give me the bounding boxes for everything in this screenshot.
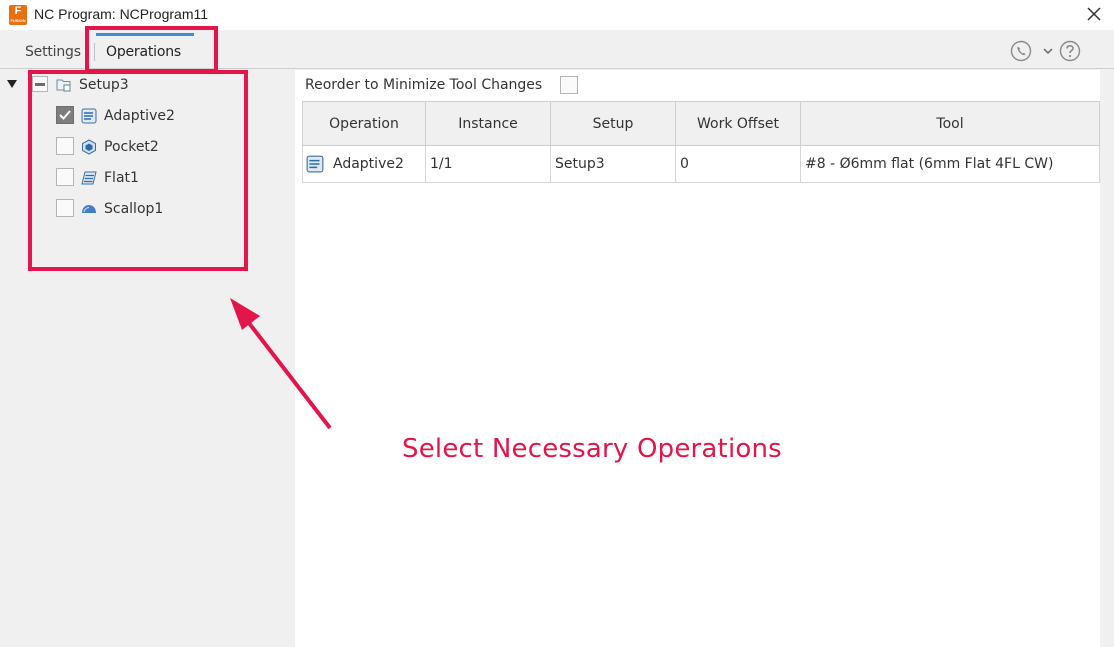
annotation-arrow-icon	[230, 298, 332, 430]
annotation-text: Select Necessary Operations	[402, 434, 782, 464]
help-icon[interactable]	[1059, 40, 1081, 62]
reorder-checkbox[interactable]	[560, 76, 578, 94]
column-header-work-offset[interactable]: Work Offset	[675, 101, 801, 146]
reorder-label: Reorder to Minimize Tool Changes	[305, 77, 543, 93]
column-header-instance[interactable]: Instance	[425, 101, 551, 146]
operations-table-pane: Reorder to Minimize Tool Changes Operati…	[295, 70, 1100, 647]
phone-icon[interactable]	[1010, 40, 1032, 62]
cell-setup: Setup3	[550, 145, 676, 183]
operations-table: Operation Instance Setup Work Offset Too…	[302, 101, 1100, 183]
cell-instance: 1/1	[425, 145, 551, 183]
table-header-row: Operation Instance Setup Work Offset Too…	[302, 101, 1100, 146]
adaptive-icon	[306, 155, 324, 173]
column-header-tool[interactable]: Tool	[800, 101, 1100, 146]
cell-tool: #8 - Ø6mm flat (6mm Flat 4FL CW)	[800, 145, 1100, 183]
cell-work-offset: 0	[675, 145, 801, 183]
cell-operation-text: Adaptive2	[333, 156, 404, 172]
window-title: NC Program: NCProgram11	[34, 6, 209, 22]
close-icon[interactable]	[1083, 3, 1105, 25]
tab-settings[interactable]: Settings	[25, 44, 81, 60]
cell-operation: Adaptive2	[302, 145, 426, 183]
fusion-app-icon: F FUSION	[9, 5, 27, 25]
column-header-operation[interactable]: Operation	[302, 101, 426, 146]
highlight-box-operations-list	[28, 70, 248, 271]
chevron-down-icon[interactable]	[1042, 45, 1054, 57]
table-row[interactable]: Adaptive2 1/1 Setup3 0 #8 - Ø6mm flat (6…	[302, 145, 1100, 183]
collapse-triangle-icon[interactable]	[6, 79, 18, 89]
highlight-box-operations-tab	[85, 26, 218, 73]
app-icon-sub: FUSION	[10, 18, 26, 23]
app-icon-letter: F	[14, 5, 22, 17]
column-header-setup[interactable]: Setup	[550, 101, 676, 146]
